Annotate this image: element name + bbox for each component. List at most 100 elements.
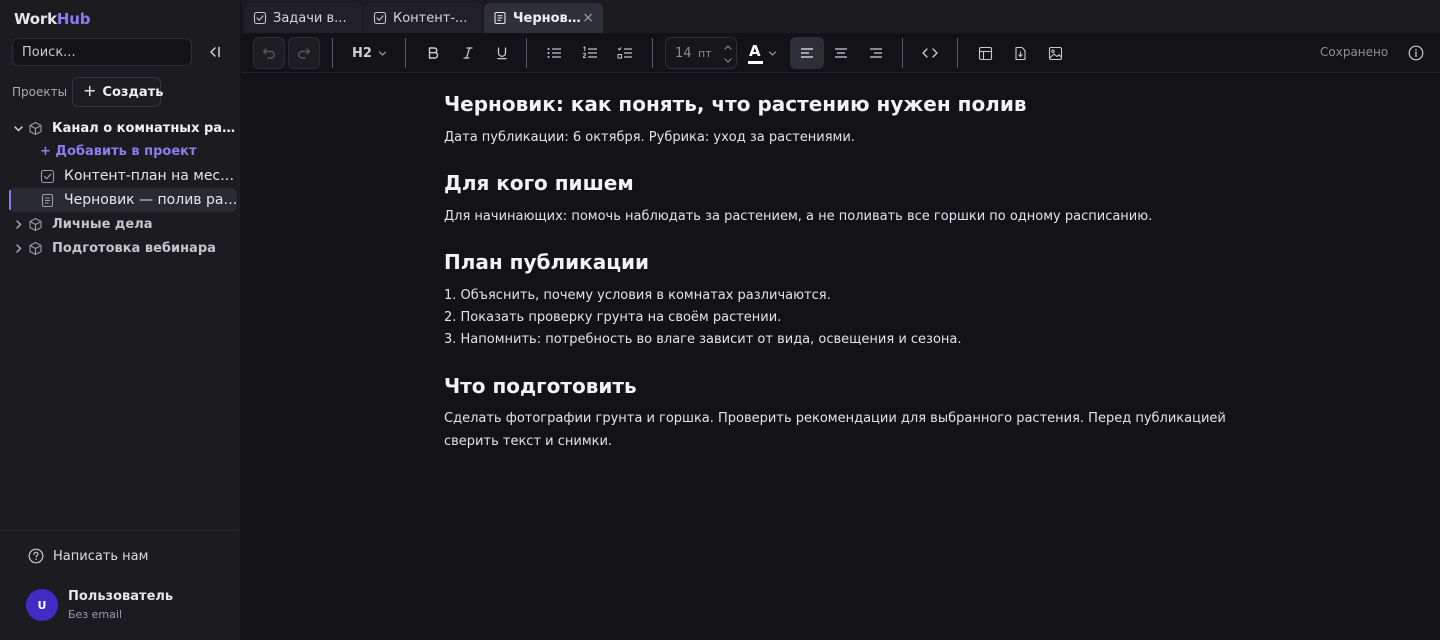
app-logo[interactable]: WorkHub: [14, 10, 90, 28]
table-icon: [978, 46, 992, 60]
list-item[interactable]: 1. Объяснить, почему условия в комнатах …: [444, 284, 1234, 307]
numbered-list-icon: [582, 46, 597, 58]
projects-label: Проекты: [12, 85, 68, 99]
project-item-plants[interactable]: Канал о комнатных растениях: [0, 116, 240, 140]
toolbar-divider: [652, 38, 653, 68]
sidebar: WorkHub Проекты + Создать Канал о комнат…: [0, 0, 240, 640]
italic-button[interactable]: [452, 37, 484, 69]
numbered-list-button[interactable]: [574, 37, 606, 69]
toolbar-divider: [526, 38, 527, 68]
checkbox-icon: [373, 11, 387, 25]
section-heading[interactable]: Для кого пишем: [444, 171, 634, 195]
user-email: Без email: [68, 608, 122, 621]
info-button[interactable]: [1405, 42, 1427, 64]
tab-label: Контент-...: [393, 11, 468, 26]
sidebar-item-draft[interactable]: Черновик — полив растений: [0, 188, 240, 212]
list-item[interactable]: 3. Напомнить: потребность во влаге завис…: [444, 328, 1234, 351]
section-paragraph[interactable]: Сделать фотографии грунта и горшка. Пров…: [444, 407, 1234, 453]
editor-toolbar: H2 14 пт A Сохранено: [241, 33, 1440, 73]
checkbox-icon: [253, 11, 267, 25]
align-center-button[interactable]: [825, 37, 857, 69]
document-icon: [40, 193, 55, 208]
chevron-down-icon[interactable]: [12, 122, 24, 134]
image-icon: [1048, 46, 1062, 60]
chevron-right-icon[interactable]: [12, 218, 24, 230]
underline-button[interactable]: [486, 37, 518, 69]
file-download-icon: [1014, 46, 1026, 60]
section-heading[interactable]: Что подготовить: [444, 374, 637, 398]
save-status: Сохранено: [1320, 45, 1389, 59]
bullet-list-icon: [547, 48, 561, 58]
sidebar-divider: [0, 530, 240, 531]
align-left-icon: [801, 48, 813, 58]
project-item-webinar[interactable]: Подготовка вебинара: [0, 236, 240, 260]
toolbar-divider: [957, 38, 958, 68]
align-right-icon: [870, 48, 882, 58]
sidebar-item-content-plan[interactable]: Контент-план на месяц: [0, 164, 240, 188]
chevron-down-icon[interactable]: [721, 55, 735, 67]
heading-level-select[interactable]: H2: [344, 37, 390, 69]
code-button[interactable]: [914, 37, 946, 69]
insert-image-button[interactable]: [1039, 37, 1071, 69]
toolbar-divider: [332, 38, 333, 68]
document-meta[interactable]: Дата публикации: 6 октября. Рубрика: ухо…: [444, 126, 1234, 149]
chevron-up-icon[interactable]: [721, 41, 735, 53]
contact-us-label: Написать нам: [53, 548, 149, 564]
text-color-swatch: [748, 61, 763, 64]
project-label: Канал о комнатных растениях: [52, 120, 240, 136]
close-icon[interactable]: ×: [582, 10, 594, 26]
checkbox-icon: [40, 169, 55, 184]
document-icon: [493, 11, 507, 25]
underline-icon: [497, 47, 507, 60]
insert-table-button[interactable]: [969, 37, 1001, 69]
collapse-sidebar-button[interactable]: [203, 42, 227, 62]
collapse-left-icon: [210, 46, 220, 58]
document-title[interactable]: Черновик: как понять, что растению нужен…: [444, 92, 1027, 116]
plus-icon: +: [83, 81, 97, 100]
box-icon: [28, 241, 43, 256]
redo-icon: [297, 48, 311, 59]
tab-draft[interactable]: Черновик... ×: [484, 3, 603, 33]
chevron-right-icon[interactable]: [12, 242, 24, 254]
tab-content-plan[interactable]: Контент-...: [364, 3, 482, 33]
checklist-icon: [617, 47, 632, 59]
bullet-list-button[interactable]: [538, 37, 570, 69]
bold-button[interactable]: [417, 37, 449, 69]
project-label: Личные дела: [52, 216, 153, 232]
project-label: Подготовка вебинара: [52, 240, 216, 256]
text-color-icon: A: [749, 42, 761, 60]
info-icon: [1408, 45, 1424, 61]
checklist-button[interactable]: [609, 37, 641, 69]
align-left-button[interactable]: [790, 37, 824, 69]
avatar[interactable]: U: [26, 589, 58, 621]
contact-us-button[interactable]: Написать нам: [28, 548, 148, 564]
question-circle-icon: [28, 548, 44, 564]
create-button-label: Создать: [102, 84, 164, 100]
box-icon: [28, 121, 43, 136]
font-size-value[interactable]: 14: [675, 46, 692, 61]
insert-file-button[interactable]: [1004, 37, 1036, 69]
align-center-icon: [835, 48, 847, 58]
text-color-button[interactable]: A: [744, 37, 780, 69]
tab-tasks[interactable]: Задачи в...: [244, 3, 362, 33]
bold-icon: [428, 47, 439, 59]
user-name: Пользователь: [68, 589, 174, 604]
project-item-personal[interactable]: Личные дела: [0, 212, 240, 236]
code-icon: [922, 48, 938, 58]
sidebar-item-label: Контент-план на месяц: [64, 168, 236, 184]
section-heading[interactable]: План публикации: [444, 250, 649, 274]
add-to-project-link[interactable]: + Добавить в проект: [40, 144, 197, 159]
section-paragraph[interactable]: Для начинающих: помочь наблюдать за раст…: [444, 205, 1234, 228]
sidebar-item-label: Черновик — полив растений: [64, 192, 240, 208]
font-size-stepper[interactable]: 14 пт: [665, 37, 737, 69]
italic-icon: [463, 47, 473, 59]
box-icon: [28, 217, 43, 232]
create-project-button[interactable]: + Создать: [72, 77, 164, 107]
list-item[interactable]: 2. Показать проверку грунта на своём рас…: [444, 306, 1234, 329]
chevron-down-icon: [768, 51, 777, 56]
align-right-button[interactable]: [860, 37, 892, 69]
search-input[interactable]: [12, 38, 192, 66]
undo-button[interactable]: [253, 37, 285, 69]
heading-level-value: H2: [352, 45, 372, 61]
redo-button[interactable]: [288, 37, 320, 69]
